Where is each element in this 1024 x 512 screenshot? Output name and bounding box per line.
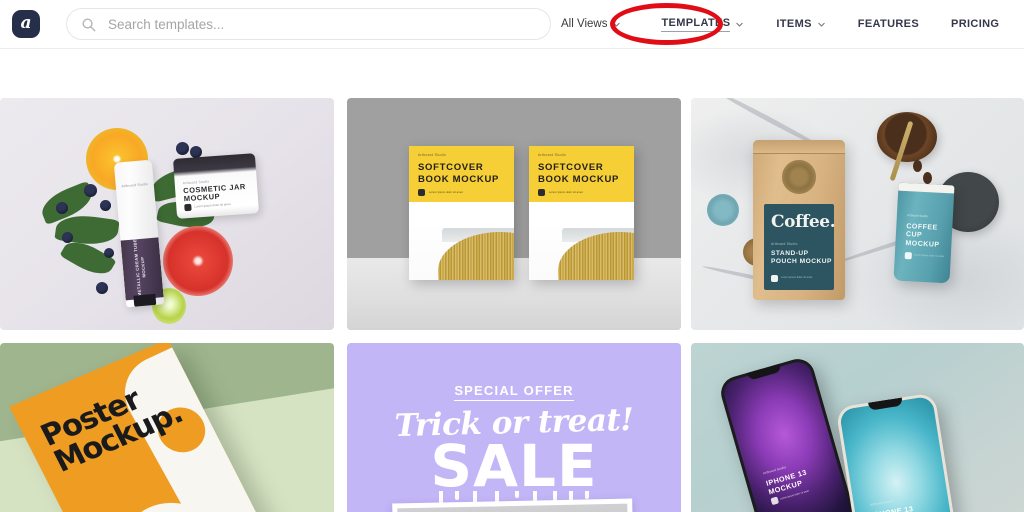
template-grid: Artboard Studio METALLIC CREAM TUBE MOCK… [0, 49, 1024, 512]
blueberry-decor [176, 142, 189, 155]
book-brand: Artboard Studio [418, 153, 447, 157]
book-brand: Artboard Studio [538, 153, 567, 157]
nav-label-features: FEATURES [857, 18, 920, 30]
nav-item-templates[interactable]: TEMPLATES [645, 17, 760, 32]
nav-label-templates: TEMPLATES [661, 17, 731, 32]
app-logo-glyph: a [20, 12, 32, 33]
cup-brand: Artboard Studio [906, 213, 928, 219]
blueberry-decor [104, 248, 114, 258]
studio-mark-icon [184, 203, 192, 212]
pouch-sub: Lorem ipsum dolor sit amet [781, 276, 813, 279]
all-views-filter[interactable]: All Views [561, 18, 621, 30]
book-title: SOFTCOVER BOOK MOCKUP [538, 162, 620, 185]
app-logo-icon[interactable]: a [12, 10, 40, 38]
iphone-dark-product: Artboard Studio IPHONE 13 MOCKUP Lorem i… [717, 355, 857, 512]
nav-label-pricing: PRICING [951, 18, 1000, 30]
template-card-softcover-book-mockup[interactable]: Artboard Studio SOFTCOVER BOOK MOCKUP Lo… [347, 98, 681, 330]
pouch-title: STAND-UP POUCH MOCKUP [771, 250, 832, 266]
template-card-cosmetic-jar-mockup[interactable]: Artboard Studio METALLIC CREAM TUBE MOCK… [0, 98, 334, 330]
coffee-bean-decor [923, 172, 932, 184]
coffee-pouch-product: Coffee. Artboard Studio STAND-UP POUCH M… [753, 140, 845, 300]
pouch-label: Coffee. Artboard Studio STAND-UP POUCH M… [764, 204, 836, 290]
studio-mark-icon [418, 189, 425, 196]
sale-headline: SALE [430, 432, 598, 500]
jar-sub: Lorem ipsum dolor sit amet [194, 202, 231, 209]
phone-brand: Artboard Studio [869, 499, 894, 507]
blueberry-decor [84, 184, 97, 197]
blueberry-decor [56, 202, 68, 214]
chevron-down-icon [736, 22, 744, 27]
blueberry-decor [100, 200, 111, 211]
sale-eyebrow-wrap: SPECIAL OFFER [347, 383, 681, 401]
book-back-product: Artboard Studio SOFTCOVER BOOK MOCKUP Lo… [529, 146, 634, 280]
chevron-down-icon [613, 22, 621, 27]
studio-mark-icon [771, 275, 778, 282]
studio-mark-icon [770, 496, 780, 506]
nav-item-features[interactable]: FEATURES [842, 18, 935, 30]
nav-item-items[interactable]: ITEMS [760, 18, 841, 30]
blueberry-decor [62, 232, 73, 243]
template-card-poster-flyer-mockup[interactable]: Poster Mockup. POSTER/FLYER MOCKUP Lorem… [0, 343, 334, 512]
book-photo-area [409, 228, 514, 280]
search-input[interactable] [108, 16, 536, 32]
search-icon [82, 18, 96, 31]
iphone-light-product: Artboard Studio IPHONE 13 MOCKUP Lorem i… [835, 392, 963, 512]
coffee-bean-decor [913, 160, 922, 172]
cup-title: COFFEE CUP MOCKUP [905, 223, 940, 249]
pouch-wordmark: Coffee. [771, 212, 836, 232]
blueberry-decor [96, 282, 108, 294]
jar-title: COSMETIC JAR MOCKUP [182, 181, 247, 204]
sale-eyebrow: SPECIAL OFFER [454, 383, 574, 401]
cosmetic-jar-product: Artboard Studio COSMETIC JAR MOCKUP Lore… [173, 153, 259, 219]
phone-screen-light: Artboard Studio IPHONE 13 MOCKUP Lorem i… [838, 395, 960, 512]
book-sub: Lorem ipsum dolor sit amet [549, 190, 583, 194]
nav-label-items: ITEMS [776, 18, 812, 30]
all-views-label: All Views [561, 18, 608, 30]
book-title: SOFTCOVER BOOK MOCKUP [418, 162, 500, 185]
nav-item-pricing[interactable]: PRICING [935, 18, 1015, 30]
coffee-cup-product: Artboard Studio COFFEE CUP MOCKUP Lorem … [893, 182, 955, 284]
phone-screen-dark: Artboard Studio IPHONE 13 MOCKUP Lorem i… [720, 358, 854, 512]
search-bar[interactable] [66, 8, 551, 40]
template-card-coffee-packaging-mockup[interactable]: Coffee. Artboard Studio STAND-UP POUCH M… [691, 98, 1024, 330]
poster-vertical-title: POSTER/FLYER MOCKUP [78, 501, 138, 512]
drip-shape [515, 491, 519, 498]
studio-mark-icon [538, 189, 545, 196]
template-card-iphone-13-mockup[interactable]: Artboard Studio IPHONE 13 MOCKUP Lorem i… [691, 343, 1024, 512]
pouch-badge-icon [782, 160, 816, 194]
drip-shape [585, 491, 589, 499]
book-front-product: Artboard Studio SOFTCOVER BOOK MOCKUP Lo… [409, 146, 514, 280]
main-nav: TEMPLATES ITEMS FEATURES PRICING USE CAS… [645, 17, 1024, 32]
book-sub: Lorem ipsum dolor sit amet [429, 190, 463, 194]
top-header: a All Views TEMPLATES ITEMS FEATURES [0, 0, 1024, 49]
nav-item-use-case[interactable]: USE CASE [1015, 18, 1024, 30]
cream-tube-brand: Artboard Studio [121, 182, 149, 189]
sale-photo-image [397, 503, 629, 512]
pouch-seal [753, 140, 845, 154]
grapefruit-slice-decor [163, 226, 233, 296]
template-card-halloween-sale[interactable]: SPECIAL OFFER Trick or treat! SALE [347, 343, 681, 512]
book-photo-area [529, 228, 634, 280]
chevron-down-icon [818, 22, 825, 27]
teal-stamp-decor [707, 194, 739, 226]
studio-mark-icon [904, 252, 912, 260]
drip-shape [455, 491, 459, 500]
cup-sub: Lorem ipsum dolor sit amet [913, 253, 945, 259]
pouch-brand: Artboard Studio [771, 242, 798, 246]
